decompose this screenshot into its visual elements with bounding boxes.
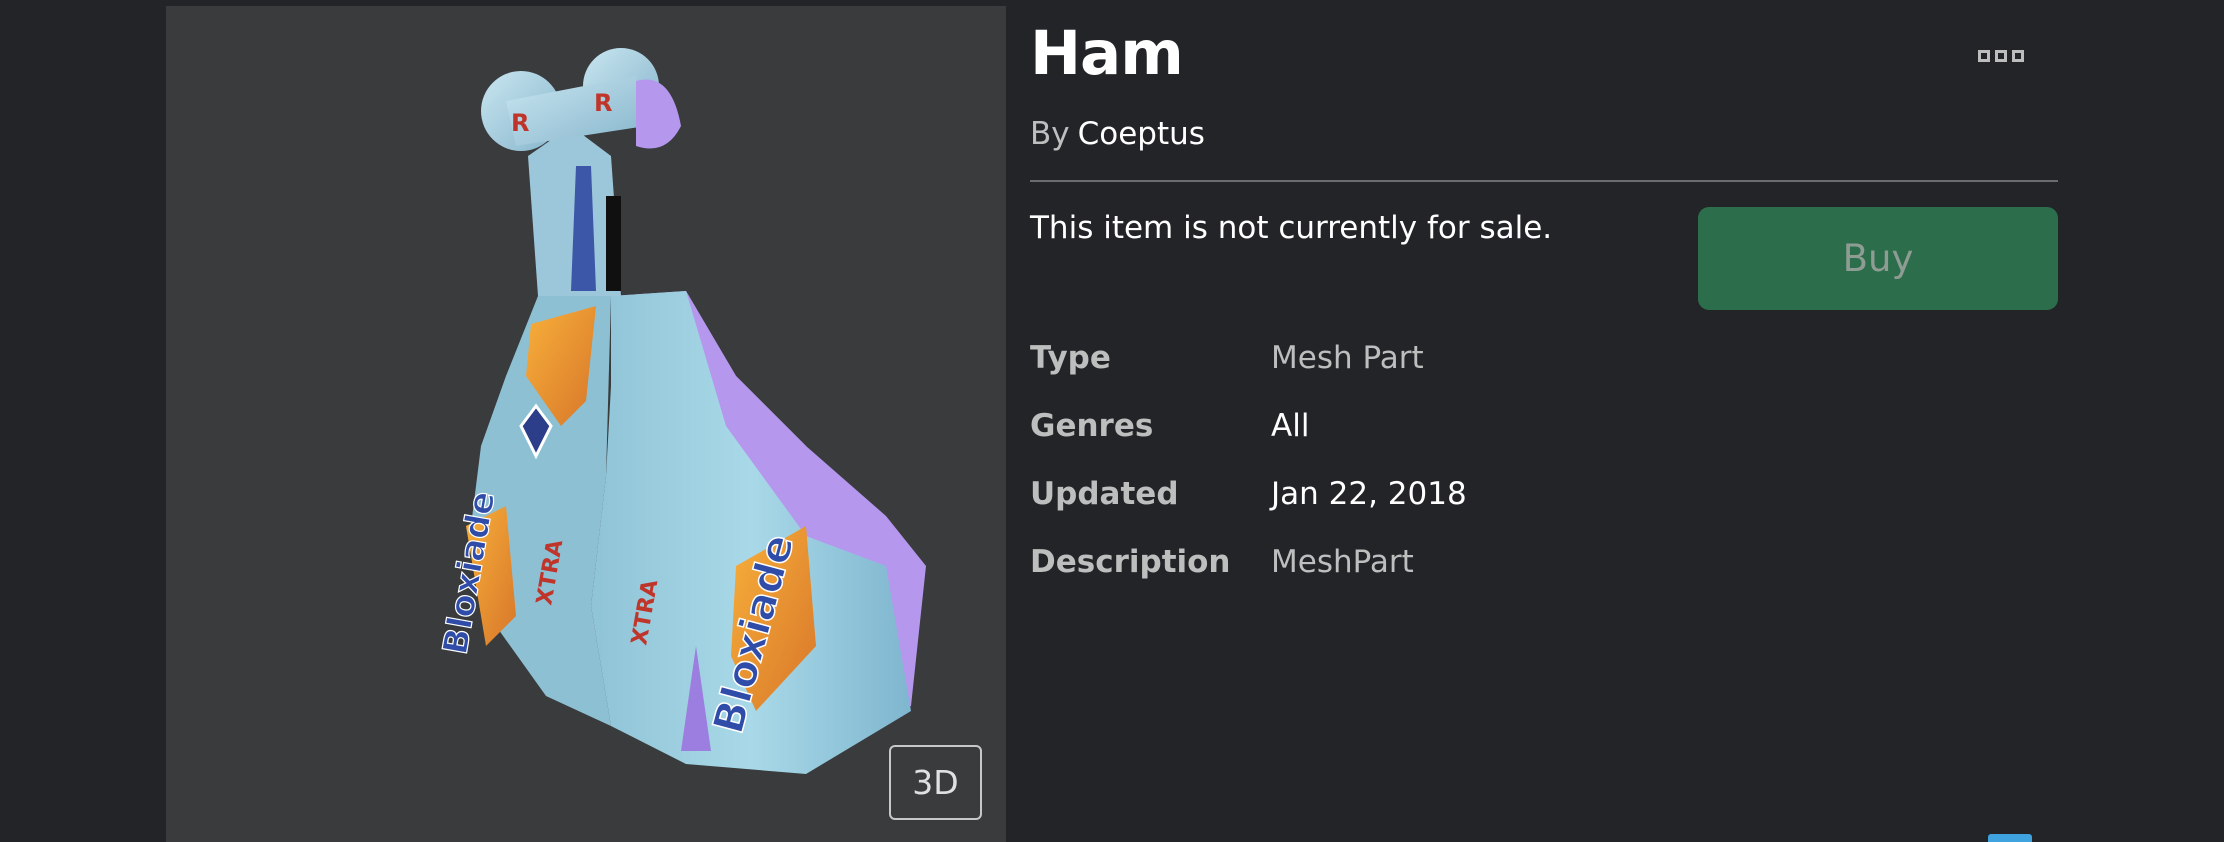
genres-value[interactable]: All	[1271, 408, 1309, 444]
description-label: Description	[1030, 544, 1231, 580]
by-label: By	[1030, 116, 1070, 152]
sale-status-text: This item is not currently for sale.	[1030, 210, 1553, 246]
more-options-icon[interactable]	[1978, 44, 2034, 68]
creator-byline: By Coeptus	[1030, 116, 1205, 152]
header-divider	[1030, 180, 2058, 182]
type-value: Mesh Part	[1271, 340, 1424, 376]
updated-label: Updated	[1030, 476, 1179, 512]
dot	[1978, 50, 1990, 62]
item-details-page: R R Bloxiade Bloxiade XTRA XTRA 3D Ham B…	[0, 0, 2224, 842]
description-value: MeshPart	[1271, 544, 1414, 580]
svg-text:R: R	[594, 89, 612, 117]
genres-label: Genres	[1030, 408, 1154, 444]
accent-tab	[1988, 834, 2032, 842]
item-title: Ham	[1030, 18, 1184, 89]
creator-link[interactable]: Coeptus	[1078, 116, 1205, 152]
type-label: Type	[1030, 340, 1111, 376]
view-3d-toggle-button[interactable]: 3D	[889, 745, 982, 820]
updated-value: Jan 22, 2018	[1271, 476, 1467, 512]
svg-text:R: R	[511, 109, 529, 137]
buy-button[interactable]: Buy	[1698, 207, 2058, 310]
dot	[1995, 50, 2007, 62]
item-thumbnail-panel: R R Bloxiade Bloxiade XTRA XTRA 3D	[166, 6, 1006, 842]
item-thumbnail-image: R R Bloxiade Bloxiade XTRA XTRA	[435, 48, 926, 774]
dot	[2012, 50, 2024, 62]
